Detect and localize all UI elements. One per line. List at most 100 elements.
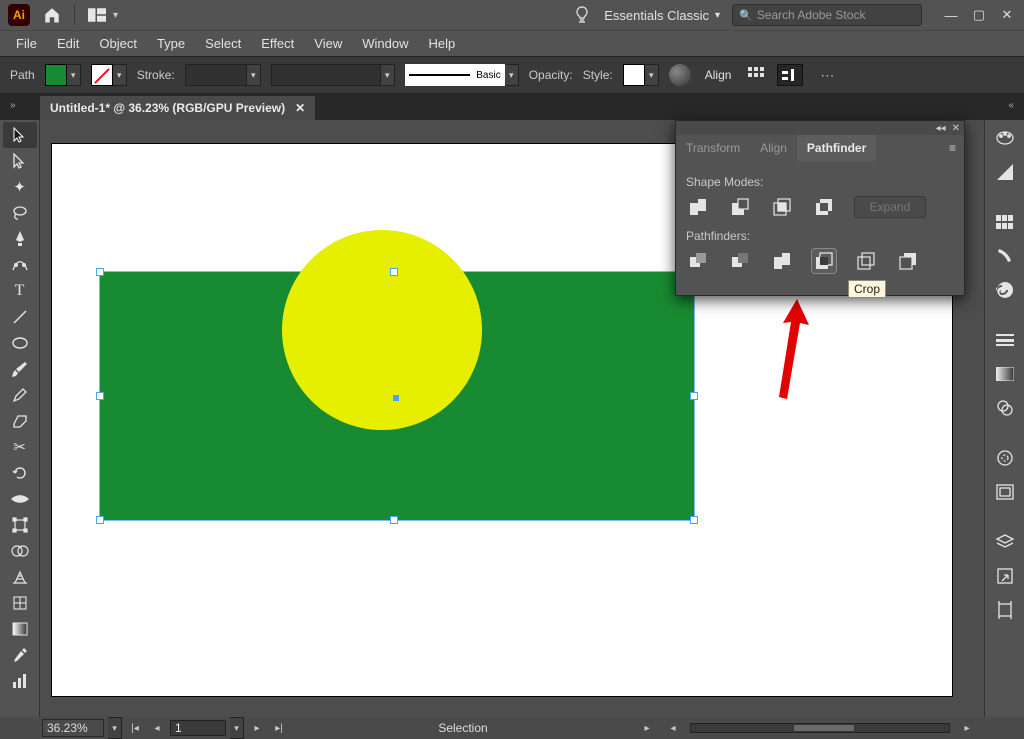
opacity-label[interactable]: Opacity: bbox=[529, 68, 573, 82]
tool-magic-wand[interactable]: ✦ bbox=[3, 174, 37, 200]
selection-handle[interactable] bbox=[390, 268, 398, 276]
selection-handle[interactable] bbox=[690, 392, 698, 400]
tool-pencil[interactable] bbox=[3, 382, 37, 408]
menu-view[interactable]: View bbox=[306, 32, 350, 55]
menu-edit[interactable]: Edit bbox=[49, 32, 87, 55]
brush-dropdown[interactable]: ▾ bbox=[505, 64, 519, 86]
menu-type[interactable]: Type bbox=[149, 32, 193, 55]
symbols-panel-icon[interactable] bbox=[991, 276, 1019, 304]
tool-paintbrush[interactable] bbox=[3, 356, 37, 382]
pathfinder-trim-icon[interactable] bbox=[728, 249, 752, 273]
horizontal-scrollbar[interactable] bbox=[690, 723, 950, 733]
artboard-next-icon[interactable]: ▸ bbox=[248, 720, 266, 736]
tool-direct-selection[interactable] bbox=[3, 148, 37, 174]
canvas-area[interactable]: ◂◂ ✕ Transform Align Pathfinder ≡ Shape … bbox=[40, 120, 1024, 717]
panel-close-icon[interactable]: ✕ bbox=[952, 123, 960, 134]
align-panel-icon[interactable] bbox=[745, 64, 767, 86]
tool-selection[interactable] bbox=[3, 122, 37, 148]
brushes-panel-icon[interactable] bbox=[991, 242, 1019, 270]
home-icon[interactable] bbox=[42, 5, 62, 25]
panel-menu-icon[interactable]: ≡ bbox=[941, 141, 964, 155]
scroll-right-icon[interactable]: ▸ bbox=[958, 720, 976, 736]
selection-handle[interactable] bbox=[690, 516, 698, 524]
gradient-panel-icon[interactable] bbox=[991, 360, 1019, 388]
tool-column-graph[interactable] bbox=[3, 668, 37, 694]
status-play-icon[interactable]: ▸ bbox=[638, 720, 656, 736]
tool-pen[interactable] bbox=[3, 226, 37, 252]
stroke-weight-field[interactable] bbox=[185, 64, 247, 86]
brush-definition[interactable]: Basic bbox=[405, 64, 505, 86]
panel-titlebar[interactable]: ◂◂ ✕ bbox=[676, 121, 964, 135]
asset-export-panel-icon[interactable] bbox=[991, 562, 1019, 590]
tool-mesh[interactable] bbox=[3, 590, 37, 616]
workspace-switcher[interactable]: Essentials Classic ▾ bbox=[604, 8, 720, 23]
document-tab[interactable]: Untitled-1* @ 36.23% (RGB/GPU Preview) ✕ bbox=[40, 96, 315, 120]
collapse-right-icon[interactable]: « bbox=[1004, 98, 1018, 113]
stroke-panel-icon[interactable] bbox=[991, 326, 1019, 354]
scroll-left-icon[interactable]: ◂ bbox=[664, 720, 682, 736]
shape-mode-exclude-icon[interactable] bbox=[812, 195, 836, 219]
tool-width[interactable] bbox=[3, 486, 37, 512]
selection-handle[interactable] bbox=[96, 516, 104, 524]
artboards-panel-icon[interactable] bbox=[991, 596, 1019, 624]
tool-shape-builder[interactable] bbox=[3, 538, 37, 564]
maximize-button[interactable]: ▢ bbox=[972, 8, 986, 22]
panel-collapse-icon[interactable]: ◂◂ bbox=[936, 123, 946, 134]
shape-mode-unite-icon[interactable] bbox=[686, 195, 710, 219]
profile-dropdown[interactable]: ▾ bbox=[381, 64, 395, 86]
menu-window[interactable]: Window bbox=[354, 32, 416, 55]
pathfinder-outline-icon[interactable] bbox=[854, 249, 878, 273]
swatches-panel-icon[interactable] bbox=[991, 208, 1019, 236]
tool-gradient[interactable] bbox=[3, 616, 37, 642]
menu-help[interactable]: Help bbox=[420, 32, 463, 55]
tool-line[interactable] bbox=[3, 304, 37, 330]
tool-ellipse[interactable] bbox=[3, 330, 37, 356]
selection-handle[interactable] bbox=[96, 392, 104, 400]
tool-perspective[interactable] bbox=[3, 564, 37, 590]
artboard-prev-icon[interactable]: ◂ bbox=[148, 720, 166, 736]
pathfinder-minus-back-icon[interactable] bbox=[896, 249, 920, 273]
tool-curvature[interactable] bbox=[3, 252, 37, 278]
graphic-style-swatch[interactable] bbox=[623, 64, 645, 86]
arrange-documents-icon[interactable] bbox=[87, 5, 107, 25]
yellow-circle-shape[interactable] bbox=[282, 230, 482, 430]
selection-center[interactable] bbox=[393, 395, 399, 401]
artboard-last-icon[interactable]: ▸| bbox=[270, 720, 288, 736]
tab-transform[interactable]: Transform bbox=[676, 135, 750, 161]
variable-width-profile[interactable] bbox=[271, 64, 381, 86]
menu-object[interactable]: Object bbox=[91, 32, 145, 55]
menu-select[interactable]: Select bbox=[197, 32, 249, 55]
tool-free-transform[interactable] bbox=[3, 512, 37, 538]
transform-panel-icon[interactable] bbox=[777, 64, 803, 86]
tab-close-icon[interactable]: ✕ bbox=[295, 101, 305, 115]
stroke-dropdown[interactable]: ▾ bbox=[113, 64, 127, 86]
tab-align[interactable]: Align bbox=[750, 135, 797, 161]
appearance-panel-icon[interactable] bbox=[991, 444, 1019, 472]
status-mode[interactable]: Selection bbox=[292, 721, 634, 735]
close-button[interactable]: ✕ bbox=[1000, 8, 1014, 22]
pathfinder-merge-icon[interactable] bbox=[770, 249, 794, 273]
pathfinder-divide-icon[interactable] bbox=[686, 249, 710, 273]
stock-search[interactable]: 🔍 Search Adobe Stock bbox=[732, 4, 922, 26]
color-guide-panel-icon[interactable] bbox=[991, 158, 1019, 186]
fill-swatch[interactable] bbox=[45, 64, 67, 86]
zoom-dropdown[interactable]: ▾ bbox=[108, 717, 122, 739]
expand-button[interactable]: Expand bbox=[854, 196, 926, 218]
tool-eyedropper[interactable] bbox=[3, 642, 37, 668]
recolor-artwork-icon[interactable] bbox=[669, 64, 691, 86]
menu-effect[interactable]: Effect bbox=[253, 32, 302, 55]
tool-rotate[interactable] bbox=[3, 460, 37, 486]
color-panel-icon[interactable] bbox=[991, 124, 1019, 152]
control-overflow[interactable]: ⋯ bbox=[813, 67, 843, 84]
collapse-left-icon[interactable]: » bbox=[6, 98, 20, 113]
stroke-swatch[interactable] bbox=[91, 64, 113, 86]
tool-lasso[interactable] bbox=[3, 200, 37, 226]
tool-type[interactable]: T bbox=[3, 278, 37, 304]
minimize-button[interactable]: — bbox=[944, 8, 958, 22]
artboard-dropdown[interactable]: ▾ bbox=[230, 717, 244, 739]
tab-pathfinder[interactable]: Pathfinder bbox=[797, 135, 876, 161]
layers-panel-icon[interactable] bbox=[991, 528, 1019, 556]
shape-mode-minus-front-icon[interactable] bbox=[728, 195, 752, 219]
artboard-first-icon[interactable]: |◂ bbox=[126, 720, 144, 736]
selection-handle[interactable] bbox=[390, 516, 398, 524]
